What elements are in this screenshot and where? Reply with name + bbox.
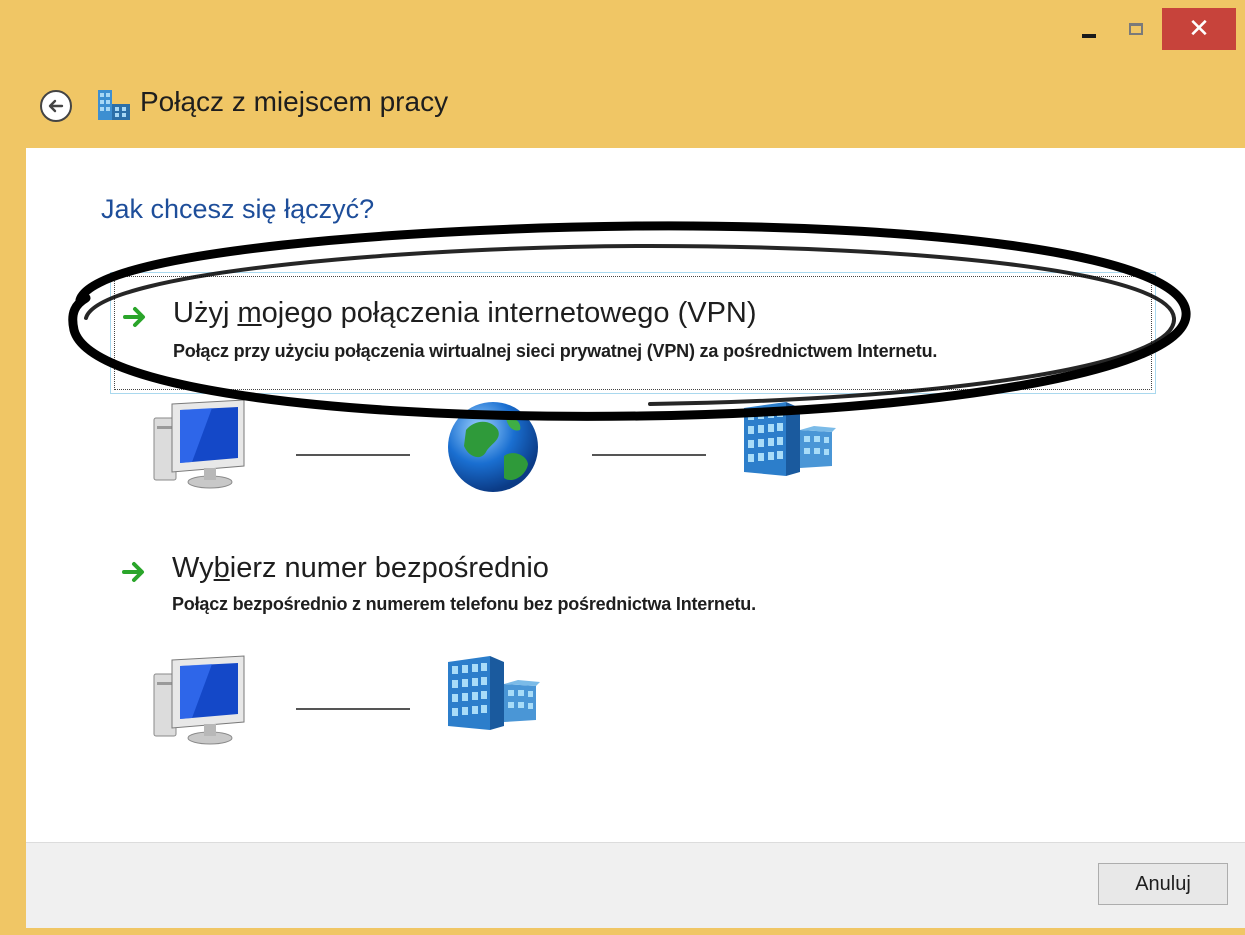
dialog-window: ✕ Połącz z miejscem pracy Jak chcesz się… [0,0,1245,935]
title-part: ojego połączenia internetowego (VPN) [261,297,757,329]
building-icon [744,402,836,476]
maximize-icon [1129,23,1143,35]
back-arrow-icon [48,99,64,113]
cancel-button[interactable]: Anuluj [1098,863,1228,905]
option-dial-title: Wybierz numer bezpośrednio [172,552,549,585]
green-arrow-icon [123,307,145,327]
maximize-button[interactable] [1114,8,1158,50]
computer-icon [153,399,245,489]
access-key: m [237,297,262,329]
computer-icon [153,655,245,745]
title-part: Wy [172,552,214,584]
page-heading: Jak chcesz się łączyć? [101,194,375,224]
connector-line [296,454,410,456]
connector-line [296,708,410,710]
connector-line [592,454,706,456]
option-vpn[interactable]: Użyj mojego połączenia internetowego (VP… [110,272,1156,394]
option-vpn-description: Połącz przy użyciu połączenia wirtualnej… [173,341,938,361]
option-dial-description: Połącz bezpośrednio z numerem telefonu b… [172,594,756,614]
access-key: b [213,552,230,584]
globe-icon [448,402,538,492]
title-bar: ✕ Połącz z miejscem pracy [0,0,1245,148]
back-button[interactable] [40,90,72,122]
option-dial-directly[interactable]: Wybierz numer bezpośrednio Połącz bezpoś… [110,538,1156,628]
dialog-content: Jak chcesz się łączyć? Użyj mojego połąc… [26,148,1245,842]
workplace-wizard-icon [98,90,130,120]
close-icon: ✕ [1188,14,1210,44]
title-part: ierz numer bezpośrednio [229,552,549,584]
minimize-icon [1082,34,1096,38]
window-title: Połącz z miejscem pracy [140,86,449,117]
close-button[interactable]: ✕ [1162,8,1236,50]
minimize-button[interactable] [1066,8,1112,50]
focus-rectangle [114,276,1152,390]
dialog-footer: Anuluj [26,842,1245,928]
green-arrow-icon [122,562,144,582]
building-icon [448,656,540,730]
title-part: Użyj [173,297,238,329]
option-vpn-title: Użyj mojego połączenia internetowego (VP… [173,297,757,330]
